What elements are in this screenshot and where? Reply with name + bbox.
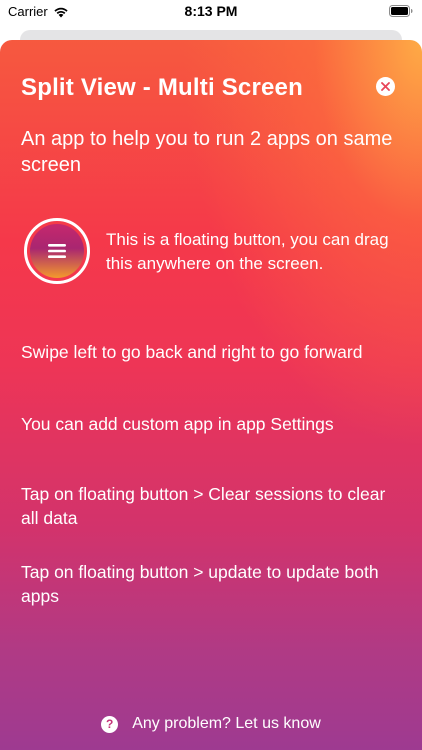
close-button[interactable] [376, 77, 395, 96]
floating-button-description: This is a floating button, you can drag … [106, 230, 389, 273]
status-time: 8:13 PM [184, 3, 238, 19]
help-link[interactable]: ? Any problem? Let us know [0, 715, 422, 733]
tip-swipe: Swipe left to go back and right to go fo… [21, 342, 363, 362]
menu-lines-icon [48, 244, 66, 258]
floating-button-inner [30, 224, 84, 278]
close-icon [381, 82, 390, 91]
app-screen: Carrier 8:13 PM Split View - Multi Scree… [0, 0, 422, 750]
help-link-label: Any problem? Let us know [132, 715, 321, 732]
battery-icon [389, 5, 413, 17]
sheet-subtitle: An app to help you to run 2 apps on same… [21, 128, 393, 176]
status-bar: Carrier 8:13 PM [0, 0, 422, 24]
question-mark-icon: ? [101, 715, 119, 733]
floating-button-preview [24, 218, 90, 284]
sheet-title: Split View - Multi Screen [21, 74, 303, 101]
tip-custom-app: You can add custom app in app Settings [21, 414, 334, 434]
tip-update: Tap on floating button > update to updat… [21, 562, 379, 606]
info-sheet: Split View - Multi Screen An app to help… [0, 40, 422, 750]
tip-clear-sessions: Tap on floating button > Clear sessions … [21, 484, 386, 528]
